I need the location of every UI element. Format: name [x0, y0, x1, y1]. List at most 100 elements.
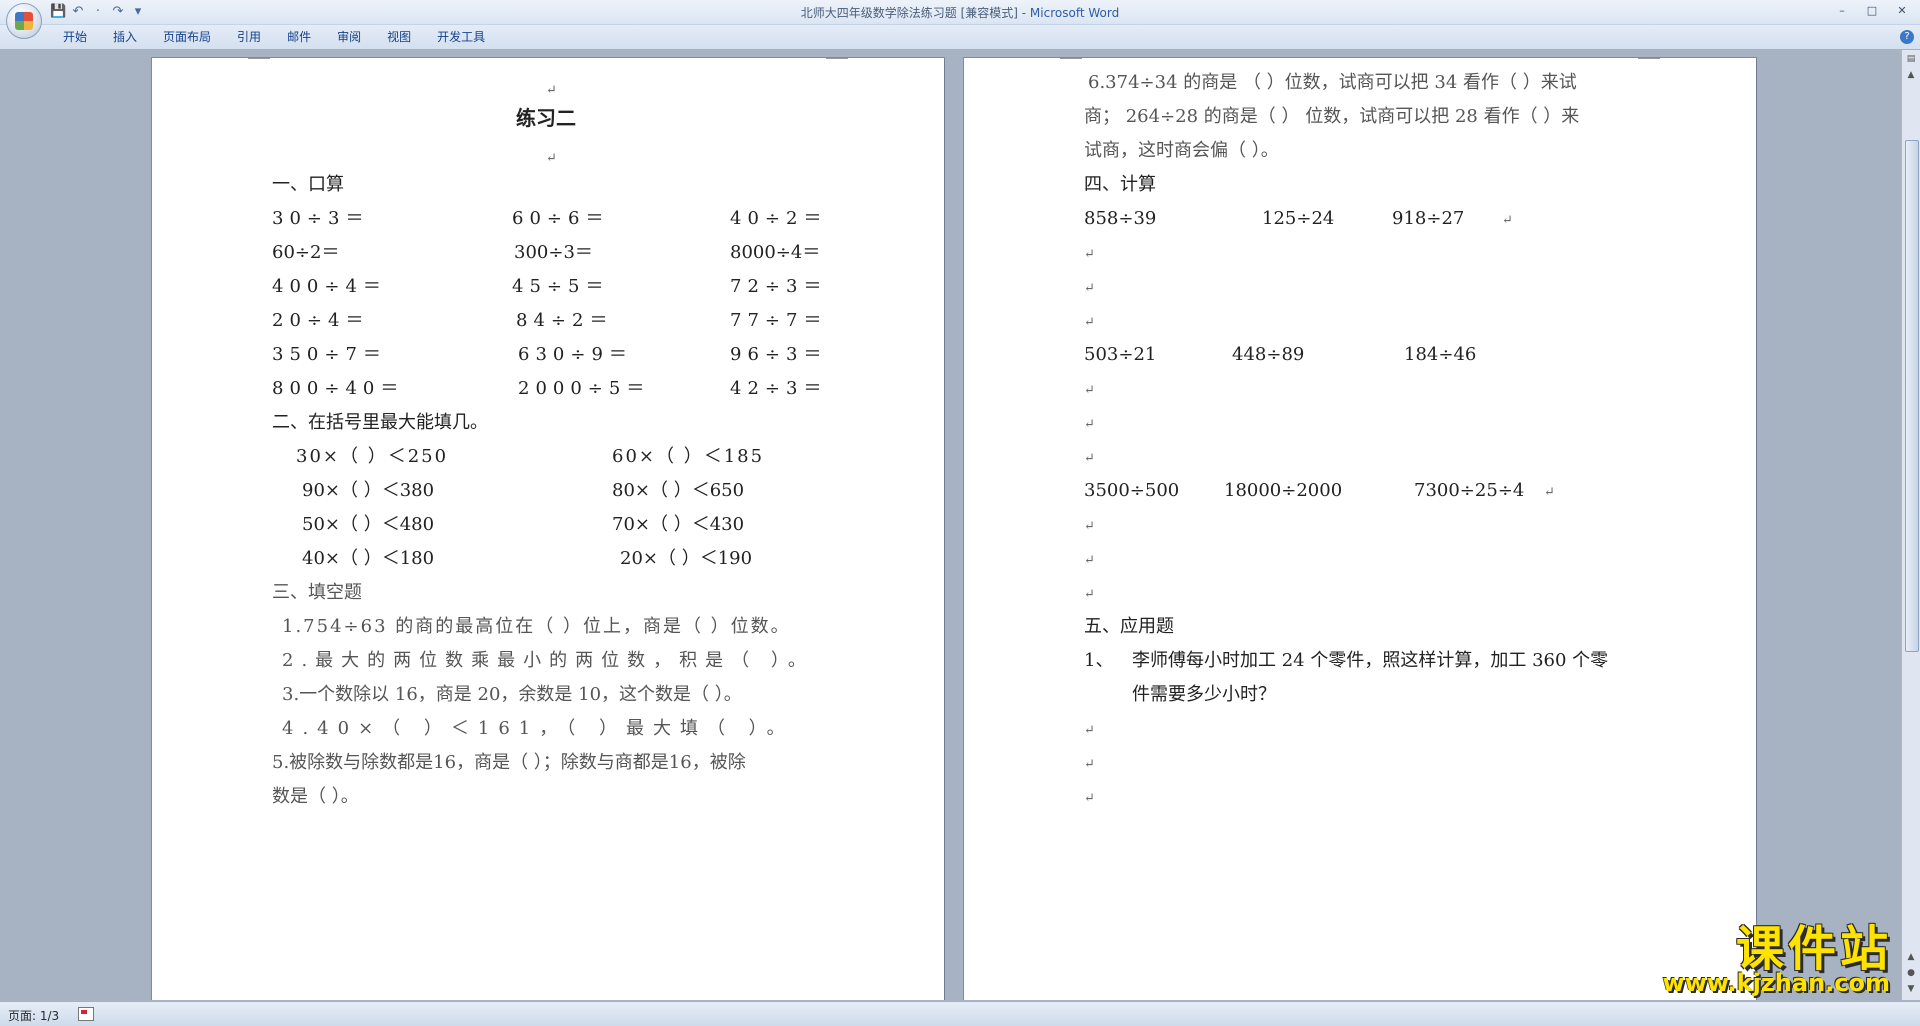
- paragraph-mark: ↵: [1084, 315, 1095, 330]
- paragraph-mark: ↵: [1502, 213, 1513, 228]
- tab-view[interactable]: 视图: [374, 25, 424, 49]
- tab-references[interactable]: 引用: [224, 25, 274, 49]
- calc-item: 184÷46: [1404, 344, 1477, 365]
- paragraph-mark: ↵: [1084, 587, 1095, 602]
- calc-item: 7300÷25÷4: [1414, 480, 1525, 501]
- office-button[interactable]: [6, 3, 42, 39]
- ribbon-tab-bar: 开始 插入 页面布局 引用 邮件 审阅 视图 开发工具 ?: [0, 25, 1920, 50]
- word-problem-text: 李师傅每小时加工 24 个零件，照这样计算，加工 360 个零: [1132, 650, 1609, 671]
- tab-page-layout[interactable]: 页面布局: [150, 25, 224, 49]
- fill-blank-item: 商； 264÷28 的商是（ ） 位数，试商可以把 28 看作（ ）来: [1084, 106, 1580, 127]
- document-workspace: ↵ 练习二 ↵ 一、口算 30÷3＝ 60÷6＝ 40÷2＝ 60÷2＝ 300…: [0, 50, 1902, 1000]
- paragraph-mark: ↵: [1084, 281, 1095, 296]
- mental-math-item: 30÷3＝: [272, 208, 370, 229]
- proofing-icon[interactable]: [78, 1007, 94, 1021]
- paragraph-mark: ↵: [1544, 485, 1555, 500]
- title-bar: 💾 ↶ · ↷ ▾ 北师大四年级数学除法练习题 [兼容模式] - Microso…: [0, 0, 1920, 39]
- document-page-1[interactable]: ↵ 练习二 ↵ 一、口算 30÷3＝ 60÷6＝ 40÷2＝ 60÷2＝ 300…: [152, 58, 944, 1000]
- calc-item: 3500÷500: [1084, 480, 1180, 501]
- page-count[interactable]: 页面: 1/3: [8, 1007, 59, 1024]
- paragraph-mark: ↵: [1084, 723, 1095, 738]
- paragraph-mark: ↵: [1084, 757, 1095, 772]
- status-bar: 页面: 1/3: [0, 1001, 1920, 1026]
- section-heading: 二、在括号里最大能填几。: [272, 412, 488, 433]
- calc-item: 18000÷2000: [1224, 480, 1343, 501]
- tab-developer[interactable]: 开发工具: [424, 25, 498, 49]
- vertical-scrollbar[interactable]: ▤ ▲ ▲ ● ▼: [1901, 50, 1920, 1000]
- inequality-item: 40×（ ）＜180: [302, 548, 435, 569]
- mental-math-item: 84÷2＝: [516, 310, 614, 331]
- mental-math-item: 45÷5＝: [512, 276, 610, 297]
- mental-math-item: 20÷4＝: [272, 310, 370, 331]
- close-button[interactable]: ✕: [1888, 2, 1916, 20]
- section-heading: 一、口算: [272, 174, 344, 195]
- mental-math-item: 77÷7＝: [730, 310, 828, 331]
- mental-math-item: 630÷9＝: [518, 344, 633, 365]
- fill-blank-item: 2.最大的两位数乘最小的两位数，积是（ ）。: [282, 650, 814, 671]
- maximize-button[interactable]: □: [1858, 2, 1886, 20]
- calc-item: 858÷39: [1084, 208, 1157, 229]
- mental-math-item: 40÷2＝: [730, 208, 828, 229]
- question-number: 1、: [1084, 650, 1114, 671]
- prev-page-icon[interactable]: ▲: [1904, 950, 1918, 964]
- paragraph-mark: ↵: [1084, 519, 1095, 534]
- paragraph-mark: ↵: [1084, 451, 1095, 466]
- mental-math-item: 60÷6＝: [512, 208, 610, 229]
- crop-mark: [1638, 58, 1660, 59]
- word-problem-text: 件需要多少小时？: [1132, 684, 1276, 705]
- section-heading: 四、计算: [1084, 174, 1156, 195]
- browse-object-icon[interactable]: ●: [1904, 966, 1918, 980]
- watermark-url: www.kjzhan.com: [1662, 969, 1890, 997]
- section-heading: 五、应用题: [1084, 616, 1174, 637]
- tab-review[interactable]: 审阅: [324, 25, 374, 49]
- tab-insert[interactable]: 插入: [100, 25, 150, 49]
- window-controls: – □ ✕: [1828, 2, 1916, 20]
- mental-math-item: 300÷3＝: [514, 242, 593, 263]
- mental-math-item: 400÷4＝: [272, 276, 387, 297]
- mental-math-item: 72÷3＝: [730, 276, 828, 297]
- fill-blank-item: 试商，这时商会偏（ ）。: [1084, 140, 1279, 161]
- tab-mailings[interactable]: 邮件: [274, 25, 324, 49]
- paragraph-mark: ↵: [1084, 383, 1095, 398]
- app-name: Microsoft Word: [1029, 6, 1120, 20]
- calc-item: 918÷27: [1392, 208, 1465, 229]
- fill-blank-item: 数是（ ）。: [272, 786, 359, 807]
- inequality-item: 50×（ ）＜480: [302, 514, 435, 535]
- paragraph-mark: ↵: [1084, 791, 1095, 806]
- inequality-item: 90×（ ）＜380: [302, 480, 435, 501]
- paragraph-mark: ↵: [1084, 553, 1095, 568]
- window-title: 北师大四年级数学除法练习题 [兼容模式] - Microsoft Word: [0, 4, 1920, 21]
- mental-math-item: 60÷2＝: [272, 242, 340, 263]
- scrollbar-thumb[interactable]: [1905, 140, 1919, 652]
- fill-blank-item: 1.754÷63 的商的最高位在（ ）位上，商是（ ）位数。: [282, 616, 791, 637]
- scroll-up-icon[interactable]: ▲: [1904, 68, 1918, 82]
- inequality-item: 30×（ ）＜250: [296, 446, 449, 467]
- help-icon[interactable]: ?: [1900, 30, 1914, 44]
- mental-math-item: 96÷3＝: [730, 344, 828, 365]
- inequality-item: 80×（ ）＜650: [612, 480, 745, 501]
- office-logo-icon: [15, 12, 33, 30]
- section-heading: 三、填空题: [272, 582, 362, 603]
- tab-home[interactable]: 开始: [50, 25, 100, 49]
- watermark-logo: 课件站 www.kjzhan.com: [1658, 909, 1898, 1001]
- crop-mark: [248, 58, 270, 59]
- calc-item: 503÷21: [1084, 344, 1157, 365]
- calc-item: 448÷89: [1232, 344, 1305, 365]
- crop-mark: [826, 58, 848, 59]
- exercise-title: 练习二: [516, 106, 576, 130]
- paragraph-mark: ↵: [546, 151, 557, 166]
- mental-math-item: 800÷40＝: [272, 378, 405, 399]
- mental-math-item: 350÷7＝: [272, 344, 387, 365]
- next-page-icon[interactable]: ▼: [1904, 982, 1918, 996]
- fill-blank-item: 5.被除数与除数都是16，商是（ ）；除数与商都是16，被除: [272, 752, 746, 773]
- paragraph-mark: ↵: [1084, 247, 1095, 262]
- paragraph-mark: ↵: [1084, 417, 1095, 432]
- inequality-item: 60×（ ）＜185: [612, 446, 765, 467]
- minimize-button[interactable]: –: [1828, 2, 1856, 20]
- document-page-2[interactable]: 6.374÷34 的商是 （ ）位数，试商可以把 34 看作（ ）来试 商； 2…: [964, 58, 1756, 1000]
- crop-mark: [1060, 58, 1082, 59]
- mental-math-item: 2000÷5＝: [518, 378, 651, 399]
- ruler-toggle-icon[interactable]: ▤: [1904, 52, 1918, 66]
- mental-math-item: 8000÷4＝: [730, 242, 821, 263]
- inequality-item: 20×（ ）＜190: [620, 548, 753, 569]
